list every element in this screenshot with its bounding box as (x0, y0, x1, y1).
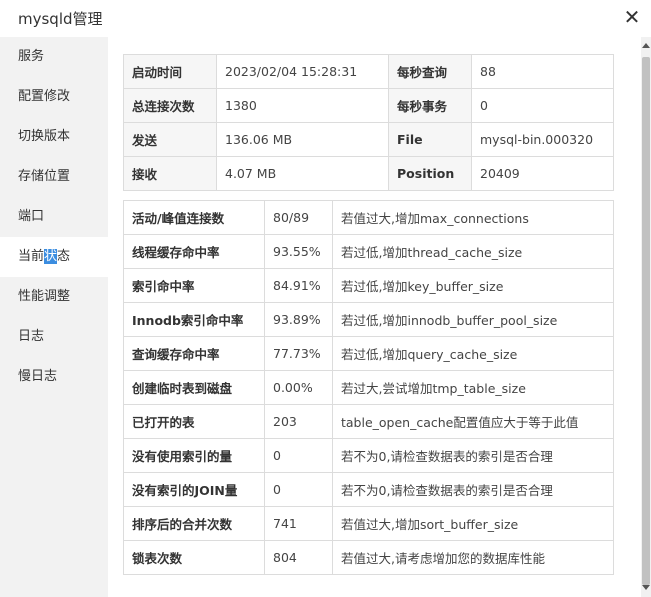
status-value: 4.07 MB (216, 156, 389, 191)
metric-value: 0 (264, 472, 333, 507)
sidebar-item-label: 性能调整 (18, 289, 71, 304)
sidebar-item-slow-log[interactable]: 慢日志 (0, 357, 108, 397)
sidebar-item-service[interactable]: 服务 (0, 37, 108, 77)
metric-label: Innodb索引命中率 (123, 302, 265, 337)
sidebar-item-switch-version[interactable]: 切换版本 (0, 117, 108, 157)
close-icon[interactable]: ✕ (621, 6, 643, 28)
dialog-titlebar: mysqld管理 ✕ (0, 0, 651, 37)
metric-value: 80/89 (264, 200, 333, 235)
metric-tip: 若过大,尝试增加tmp_table_size (332, 370, 614, 405)
metric-tip: 若值过大,增加sort_buffer_size (332, 506, 614, 541)
scroll-up-arrow-icon[interactable] (642, 43, 650, 48)
scroll-down-arrow-icon[interactable] (642, 585, 650, 590)
sidebar-item-label-pre: 当前 (18, 249, 45, 264)
table-row: 活动/峰值连接数 80/89 若值过大,增加max_connections (123, 200, 614, 235)
status-value: mysql-bin.000320 (471, 122, 614, 157)
status-summary-table: 启动时间 2023/02/04 15:28:31 每秒查询 88 总连接次数 1… (123, 54, 614, 191)
status-value: 20409 (471, 156, 614, 191)
sidebar: 服务 配置修改 切换版本 存储位置 端口 当前状态 性能调整 日志 慢日志 (0, 37, 108, 597)
metric-tip: 若过低,增加innodb_buffer_pool_size (332, 302, 614, 337)
metric-label: 没有索引的JOIN量 (123, 472, 265, 507)
sidebar-item-label: 服务 (18, 49, 45, 64)
metric-label: 索引命中率 (123, 268, 265, 303)
metric-label: 创建临时表到磁盘 (123, 370, 265, 405)
sidebar-item-label: 日志 (18, 329, 45, 344)
status-value: 2023/02/04 15:28:31 (216, 54, 389, 89)
status-value: 0 (471, 88, 614, 123)
sidebar-item-storage[interactable]: 存储位置 (0, 157, 108, 197)
table-row: 没有索引的JOIN量 0 若不为0,请检查数据表的索引是否合理 (123, 472, 614, 507)
metric-value: 84.91% (264, 268, 333, 303)
metric-tip: 若过低,增加key_buffer_size (332, 268, 614, 303)
scrollbar-thumb[interactable] (642, 57, 650, 585)
metric-label: 查询缓存命中率 (123, 336, 265, 371)
metric-value: 0 (264, 438, 333, 473)
status-label: 发送 (123, 122, 217, 157)
metric-label: 活动/峰值连接数 (123, 200, 265, 235)
status-label: Position (388, 156, 472, 191)
vertical-scrollbar[interactable] (641, 37, 651, 597)
table-row: 排序后的合并次数 741 若值过大,增加sort_buffer_size (123, 506, 614, 541)
dialog-title: mysqld管理 (18, 10, 103, 28)
sidebar-item-current-status[interactable]: 当前状态 (0, 237, 108, 277)
metric-label: 排序后的合并次数 (123, 506, 265, 541)
metric-value: 804 (264, 540, 333, 575)
status-label: 总连接次数 (123, 88, 217, 123)
status-label: 启动时间 (123, 54, 217, 89)
table-row: 查询缓存命中率 77.73% 若过低,增加query_cache_size (123, 336, 614, 371)
sidebar-item-label: 配置修改 (18, 89, 71, 104)
table-row: 发送 136.06 MB File mysql-bin.000320 (123, 122, 614, 157)
table-row: 没有使用索引的量 0 若不为0,请检查数据表的索引是否合理 (123, 438, 614, 473)
table-row: 总连接次数 1380 每秒事务 0 (123, 88, 614, 123)
status-panel: 启动时间 2023/02/04 15:28:31 每秒查询 88 总连接次数 1… (108, 37, 641, 593)
metric-tip: 若不为0,请检查数据表的索引是否合理 (332, 472, 614, 507)
text-selection-highlight: 状 (44, 249, 58, 264)
status-value: 136.06 MB (216, 122, 389, 157)
table-row: 线程缓存命中率 93.55% 若过低,增加thread_cache_size (123, 234, 614, 269)
metric-value: 93.55% (264, 234, 333, 269)
metric-label: 线程缓存命中率 (123, 234, 265, 269)
sidebar-item-label-post: 态 (57, 249, 71, 264)
metric-value: 741 (264, 506, 333, 541)
status-value: 88 (471, 54, 614, 89)
metric-value: 203 (264, 404, 333, 439)
metric-value: 77.73% (264, 336, 333, 371)
table-row: 锁表次数 804 若值过大,请考虑增加您的数据库性能 (123, 540, 614, 575)
metric-tip: 若值过大,增加max_connections (332, 200, 614, 235)
metric-value: 0.00% (264, 370, 333, 405)
sidebar-item-label: 端口 (18, 209, 45, 224)
sidebar-item-label: 切换版本 (18, 129, 71, 144)
status-label: File (388, 122, 472, 157)
table-row: 启动时间 2023/02/04 15:28:31 每秒查询 88 (123, 54, 614, 89)
status-label: 每秒事务 (388, 88, 472, 123)
metric-tip: 若值过大,请考虑增加您的数据库性能 (332, 540, 614, 575)
table-row: 接收 4.07 MB Position 20409 (123, 156, 614, 191)
table-row: 已打开的表 203 table_open_cache配置值应大于等于此值 (123, 404, 614, 439)
metric-tip: 若过低,增加thread_cache_size (332, 234, 614, 269)
metric-tip: table_open_cache配置值应大于等于此值 (332, 404, 614, 439)
status-label: 接收 (123, 156, 217, 191)
sidebar-item-label: 存储位置 (18, 169, 71, 184)
table-row: Innodb索引命中率 93.89% 若过低,增加innodb_buffer_poo… (123, 302, 614, 337)
sidebar-item-port[interactable]: 端口 (0, 197, 108, 237)
sidebar-item-log[interactable]: 日志 (0, 317, 108, 357)
metric-tip: 若过低,增加query_cache_size (332, 336, 614, 371)
table-row: 创建临时表到磁盘 0.00% 若过大,尝试增加tmp_table_size (123, 370, 614, 405)
metric-label: 没有使用索引的量 (123, 438, 265, 473)
sidebar-item-config[interactable]: 配置修改 (0, 77, 108, 117)
status-label: 每秒查询 (388, 54, 472, 89)
metric-value: 93.89% (264, 302, 333, 337)
status-value: 1380 (216, 88, 389, 123)
metric-label: 锁表次数 (123, 540, 265, 575)
metric-tip: 若不为0,请检查数据表的索引是否合理 (332, 438, 614, 473)
table-row: 索引命中率 84.91% 若过低,增加key_buffer_size (123, 268, 614, 303)
metric-label: 已打开的表 (123, 404, 265, 439)
sidebar-item-performance[interactable]: 性能调整 (0, 277, 108, 317)
performance-table: 活动/峰值连接数 80/89 若值过大,增加max_connections 线程缓存… (123, 200, 614, 575)
sidebar-item-label: 慢日志 (18, 369, 58, 384)
